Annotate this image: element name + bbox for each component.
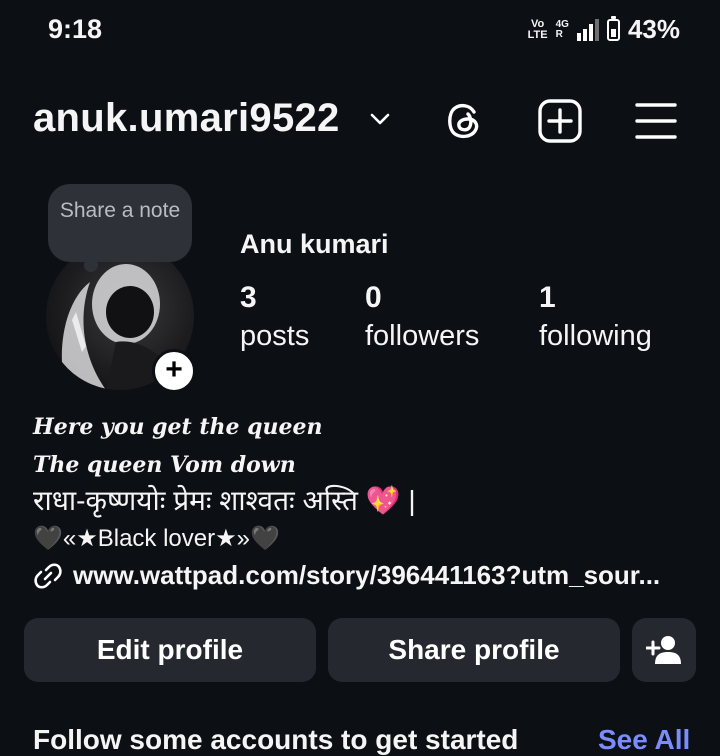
followers-label[interactable]: followers bbox=[365, 320, 479, 353]
display-name: Anu kumari bbox=[240, 229, 389, 259]
add-story-icon[interactable]: + bbox=[152, 349, 196, 393]
status-icons: Vo LTE 4G R 43% bbox=[528, 14, 680, 45]
edit-profile-button[interactable]: Edit profile bbox=[24, 618, 316, 682]
status-time: 9:18 bbox=[48, 14, 103, 44]
threads-icon[interactable] bbox=[441, 98, 487, 144]
volte-icon: Vo LTE bbox=[527, 17, 548, 41]
username-switcher[interactable]: anuk.umari9522 bbox=[33, 96, 340, 141]
bio-line: The queen Vom down bbox=[33, 452, 296, 478]
see-all-link[interactable]: See All bbox=[598, 724, 690, 756]
followers-count[interactable]: 0 bbox=[365, 281, 382, 315]
add-person-icon bbox=[646, 636, 681, 664]
bio-line: राधा-कृष्णयोः प्रेमः शाश्वतः अस्ति 💖 | bbox=[33, 485, 416, 516]
posts-count[interactable]: 3 bbox=[240, 281, 257, 315]
bio-link-row[interactable]: www.wattpad.com/story/396441163?utm_sour… bbox=[33, 560, 660, 591]
share-note-bubble[interactable]: Share a note bbox=[48, 184, 192, 272]
bio-line: 🖤«★Black lover★»🖤 bbox=[33, 525, 280, 552]
suggestions-title: Follow some accounts to get started bbox=[33, 724, 519, 755]
share-profile-button[interactable]: Share profile bbox=[328, 618, 620, 682]
add-square-icon[interactable] bbox=[537, 98, 583, 144]
posts-label[interactable]: posts bbox=[240, 320, 309, 353]
bio-line: Here you get the queen bbox=[33, 414, 323, 440]
battery-percent: 43% bbox=[627, 14, 680, 44]
menu-icon[interactable] bbox=[633, 98, 679, 144]
signal-icon bbox=[576, 18, 599, 41]
link-icon bbox=[34, 562, 62, 589]
following-label[interactable]: following bbox=[539, 320, 652, 353]
discover-people-button[interactable] bbox=[632, 618, 696, 682]
bio-link[interactable]: www.wattpad.com/story/396441163?utm_sour… bbox=[73, 560, 660, 591]
battery-icon bbox=[606, 15, 620, 41]
following-count[interactable]: 1 bbox=[539, 281, 556, 315]
network-type-icon: 4G R bbox=[555, 18, 569, 40]
chevron-down-icon[interactable] bbox=[368, 107, 392, 131]
